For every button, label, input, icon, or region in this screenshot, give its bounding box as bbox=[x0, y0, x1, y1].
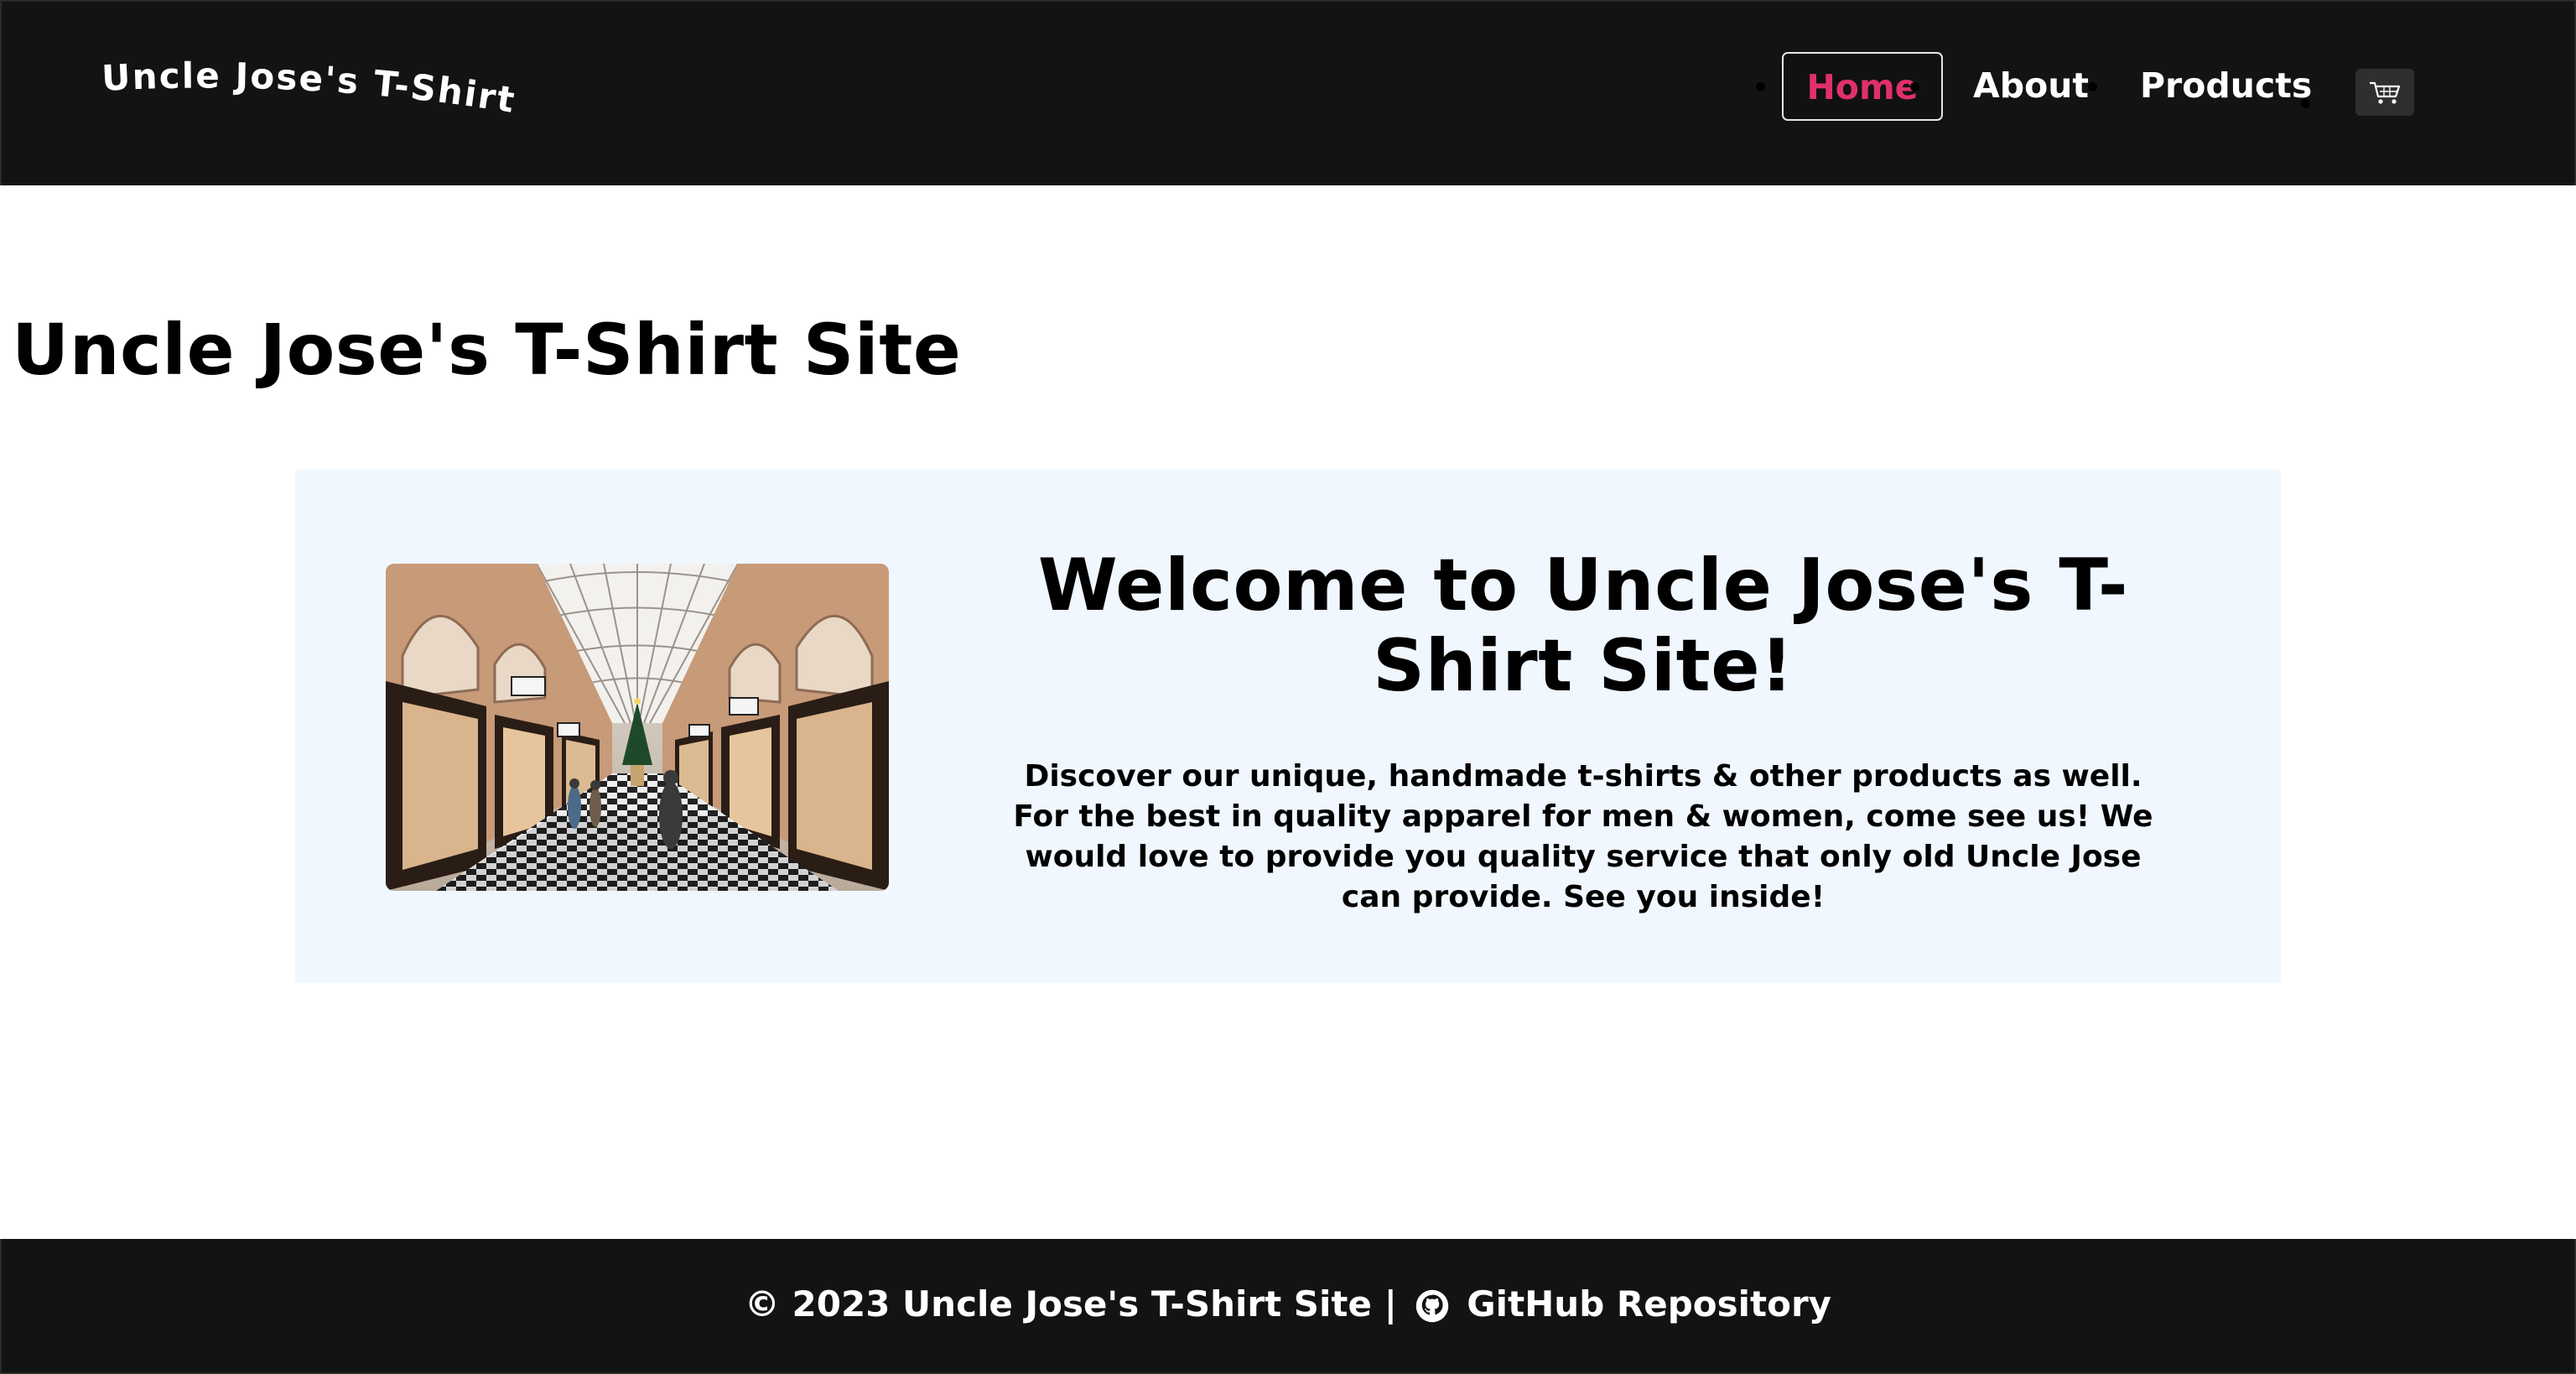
github-repository-link[interactable]: GitHub Repository bbox=[1467, 1283, 1831, 1325]
hero-description: Discover our unique, handmade t-shirts &… bbox=[1013, 759, 2153, 914]
cart-button[interactable] bbox=[2355, 69, 2414, 116]
shopping-cart-icon bbox=[2370, 81, 2401, 104]
nav-products-link[interactable]: Products bbox=[2140, 52, 2312, 121]
nav-bullet bbox=[1756, 82, 1765, 91]
nav-bullet bbox=[2301, 99, 2310, 108]
hero-text: Welcome to Uncle Jose's T-Shirt Site! Di… bbox=[971, 545, 2195, 918]
hero-image bbox=[386, 564, 889, 891]
nav-about-link[interactable]: About bbox=[1973, 52, 2089, 121]
github-icon bbox=[1415, 1289, 1448, 1323]
main-nav: Home About Products bbox=[1746, 52, 2467, 121]
hero-section: Welcome to Uncle Jose's T-Shirt Site! Di… bbox=[295, 470, 2281, 983]
site-footer: © 2023 Uncle Jose's T-Shirt Site | GitHu… bbox=[0, 1239, 2576, 1374]
footer-copyright: © 2023 Uncle Jose's T-Shirt Site | bbox=[744, 1283, 1397, 1325]
footer-content: © 2023 Uncle Jose's T-Shirt Site | GitHu… bbox=[2, 1281, 2574, 1328]
nav-bullet bbox=[2088, 82, 2097, 91]
nav-bullet bbox=[1910, 82, 1919, 91]
page-title: Uncle Jose's T-Shirt Site bbox=[12, 309, 962, 391]
logo-text: Uncle Jose's T-Shirt bbox=[102, 55, 517, 122]
shopping-arcade-image bbox=[386, 564, 889, 891]
site-header: Uncle Jose's T-Shirt Home About Products bbox=[0, 0, 2576, 185]
svg-text:Uncle Jose's T-Shirt: Uncle Jose's T-Shirt bbox=[102, 55, 519, 122]
site-logo[interactable]: Uncle Jose's T-Shirt bbox=[102, 49, 572, 141]
hero-heading: Welcome to Uncle Jose's T-Shirt Site! bbox=[1037, 544, 2129, 708]
logo-arched-text: Uncle Jose's T-Shirt bbox=[102, 55, 519, 122]
